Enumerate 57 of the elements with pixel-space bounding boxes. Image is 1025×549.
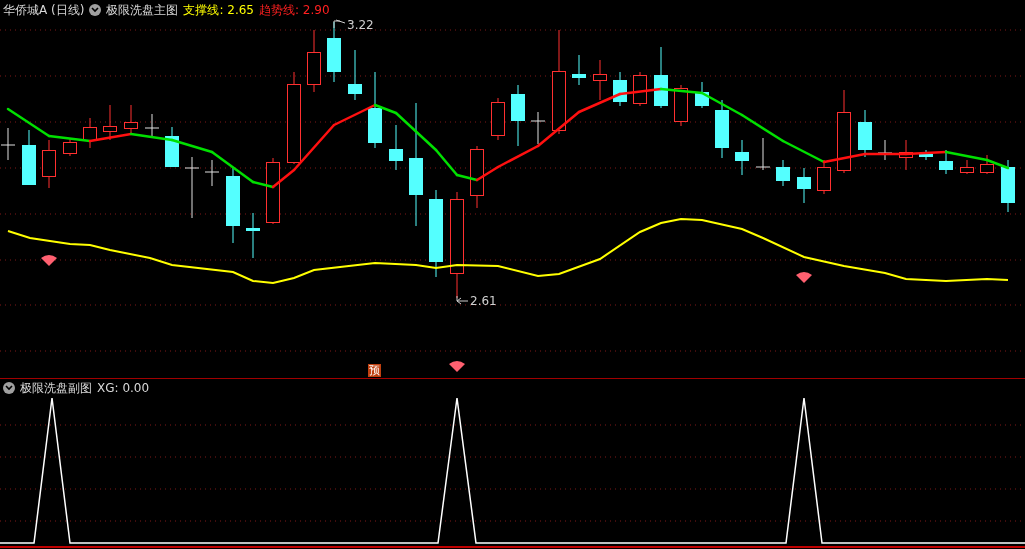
candlestick bbox=[633, 71, 647, 107]
price-label: 2.61 bbox=[470, 295, 497, 308]
candlestick bbox=[980, 154, 994, 175]
candlestick bbox=[755, 137, 771, 171]
arrow-icon bbox=[333, 19, 346, 29]
candlestick bbox=[939, 149, 953, 175]
candlestick bbox=[144, 113, 160, 138]
candlestick bbox=[776, 159, 790, 187]
candlestick bbox=[184, 156, 200, 219]
candlestick bbox=[1001, 159, 1015, 213]
price-label: 3.22 bbox=[347, 19, 374, 32]
candlestick bbox=[389, 124, 403, 171]
candlestick bbox=[246, 212, 260, 259]
candlestick bbox=[817, 159, 831, 195]
indicator-name: 极限洗盘副图 bbox=[20, 381, 92, 395]
candlestick bbox=[511, 84, 525, 147]
candlestick bbox=[960, 159, 974, 175]
forecast-badge: 预 bbox=[368, 364, 381, 377]
stock-title: 华侨城A (日线) bbox=[3, 3, 85, 17]
candlestick bbox=[797, 167, 811, 204]
candlestick bbox=[63, 137, 77, 157]
candlestick bbox=[491, 97, 505, 141]
candlestick bbox=[572, 54, 586, 86]
candlestick bbox=[124, 104, 138, 136]
indicator-value: 支撑线: 2.65 bbox=[183, 3, 254, 17]
signal-marker-icon bbox=[41, 255, 57, 266]
candlestick bbox=[22, 129, 36, 186]
candlestick bbox=[593, 59, 607, 101]
candlestick bbox=[42, 139, 56, 189]
candlestick bbox=[165, 126, 179, 168]
candlestick bbox=[266, 157, 280, 225]
candlestick bbox=[674, 84, 688, 127]
candlestick bbox=[103, 104, 117, 141]
candlestick bbox=[307, 29, 321, 93]
indicator-value: 趋势线: 2.90 bbox=[258, 3, 330, 17]
candlestick bbox=[899, 139, 913, 171]
candlestick bbox=[530, 111, 546, 145]
indicator-name: 极限洗盘主图 bbox=[106, 3, 179, 17]
dropdown-icon[interactable] bbox=[89, 4, 102, 16]
candlestick bbox=[919, 149, 933, 161]
candlestick bbox=[348, 49, 362, 101]
indicator-value: XG: 0.00 bbox=[97, 381, 150, 395]
candlestick bbox=[695, 81, 709, 109]
candlestick bbox=[204, 159, 220, 187]
dropdown-icon[interactable] bbox=[3, 382, 15, 394]
arrow-icon bbox=[456, 295, 469, 305]
candlestick bbox=[613, 71, 627, 107]
candlestick bbox=[654, 46, 668, 109]
candlestick bbox=[858, 109, 872, 158]
candlestick bbox=[877, 139, 893, 161]
candlestick bbox=[735, 139, 749, 176]
candlestick bbox=[715, 99, 729, 159]
candlestick bbox=[0, 127, 16, 161]
signal-marker-icon bbox=[796, 272, 812, 283]
candlestick bbox=[83, 117, 97, 149]
signal-marker-icon bbox=[449, 361, 465, 372]
candlestick bbox=[470, 145, 484, 209]
